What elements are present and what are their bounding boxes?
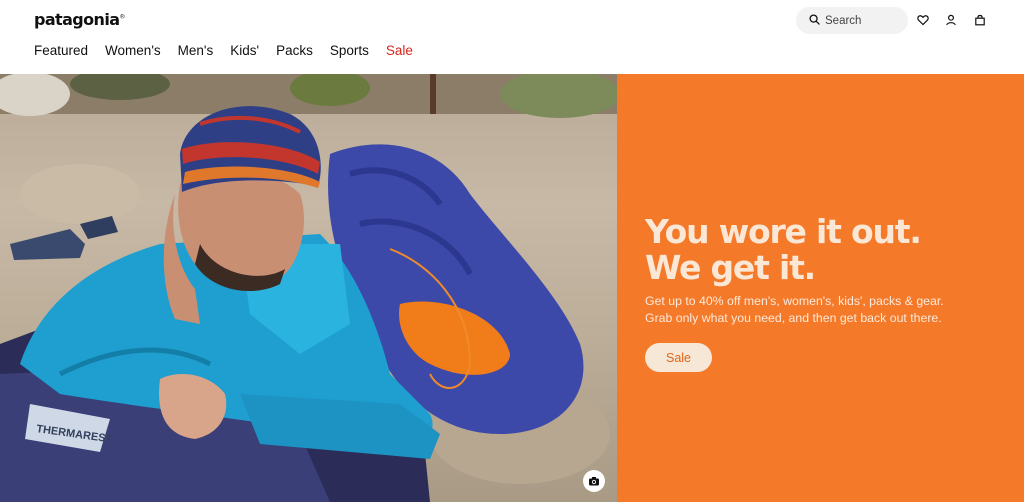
hero-subtext-line-1: Get up to 40% off men's, women's, kids',… bbox=[645, 294, 944, 308]
nav-packs[interactable]: Packs bbox=[276, 43, 313, 58]
bag-icon[interactable] bbox=[973, 13, 987, 27]
hero-subtext-line-2: Grab only what you need, and then get ba… bbox=[645, 311, 942, 325]
hero-headline-line-1: You wore it out. bbox=[645, 212, 922, 251]
main-nav: Featured Women's Men's Kids' Packs Sport… bbox=[34, 43, 430, 58]
sale-button[interactable]: Sale bbox=[645, 343, 712, 372]
hero-headline-line-2: We get it. bbox=[645, 248, 816, 287]
search-icon bbox=[809, 12, 820, 30]
camera-icon[interactable] bbox=[583, 470, 605, 492]
heart-icon[interactable] bbox=[916, 13, 930, 27]
nav-mens[interactable]: Men's bbox=[178, 43, 214, 58]
hero-headline: You wore it out. We get it. bbox=[645, 214, 1024, 286]
hero-banner: THERMAREST You wore it out. We get it. G… bbox=[0, 74, 1024, 502]
search-input[interactable] bbox=[825, 14, 905, 27]
nav-womens[interactable]: Women's bbox=[105, 43, 161, 58]
hero-subtext: Get up to 40% off men's, women's, kids',… bbox=[645, 293, 1020, 327]
nav-sale[interactable]: Sale bbox=[386, 43, 413, 58]
hero-photo: THERMAREST bbox=[0, 74, 617, 502]
nav-kids[interactable]: Kids' bbox=[230, 43, 259, 58]
nav-sports[interactable]: Sports bbox=[330, 43, 369, 58]
nav-featured[interactable]: Featured bbox=[34, 43, 88, 58]
hero-illustration: THERMAREST bbox=[0, 74, 617, 502]
search-box[interactable] bbox=[796, 7, 908, 34]
patagonia-logo[interactable]: patagonia® bbox=[34, 10, 125, 29]
user-icon[interactable] bbox=[944, 13, 958, 27]
site-header: patagonia® Featured Women's Men's Kids' … bbox=[0, 0, 1024, 74]
promo-panel: You wore it out. We get it. Get up to 40… bbox=[617, 74, 1024, 502]
